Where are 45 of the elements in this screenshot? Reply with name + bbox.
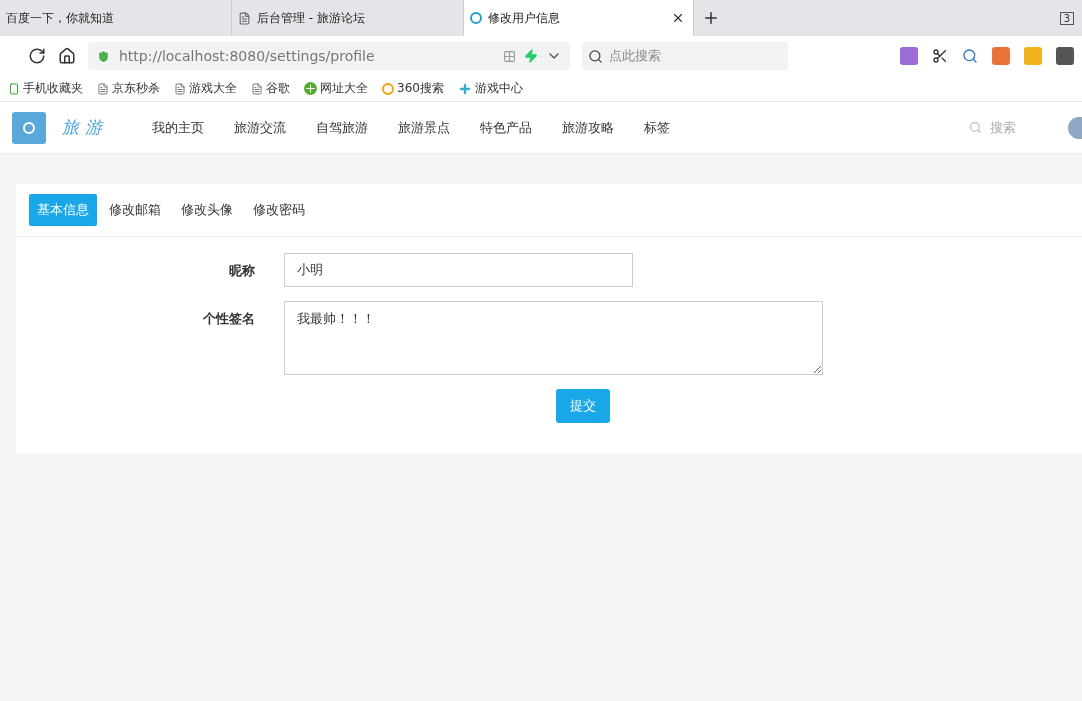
grid-icon[interactable] <box>503 49 516 63</box>
logo-icon[interactable] <box>12 111 46 144</box>
nav-link[interactable]: 我的主页 <box>152 118 204 137</box>
close-icon[interactable] <box>671 11 685 25</box>
nav-link[interactable]: 标签 <box>644 118 670 137</box>
profile-tab[interactable]: 修改密码 <box>245 194 313 226</box>
phone-icon <box>8 82 20 95</box>
site-icon <box>470 12 482 24</box>
nickname-field[interactable]: 小明 <box>284 253 633 287</box>
search-icon <box>588 48 603 64</box>
bookmark-item[interactable]: 360搜索 <box>382 80 444 97</box>
bookmark-item[interactable]: 京东秒杀 <box>97 80 160 97</box>
lightning-icon[interactable] <box>524 49 538 63</box>
cross-icon <box>457 81 472 96</box>
browser-tab[interactable]: 修改用户信息 <box>464 0 694 36</box>
nav-link[interactable]: 旅游攻略 <box>562 118 614 137</box>
bookmark-item[interactable]: 游戏大全 <box>174 80 237 97</box>
reload-icon[interactable] <box>28 47 46 65</box>
nav-link[interactable]: 特色产品 <box>480 118 532 137</box>
bookmark-item[interactable]: 游戏中心 <box>457 80 523 97</box>
new-tab-icon[interactable] <box>702 9 720 27</box>
magnifier-icon[interactable] <box>962 48 978 64</box>
page-icon <box>251 82 263 95</box>
page-icon <box>97 82 109 95</box>
address-bar[interactable]: http://localhost:8080/settings/profile <box>88 42 570 70</box>
profile-tab[interactable]: 修改邮箱 <box>101 194 169 226</box>
page-icon <box>238 11 251 25</box>
ring-icon <box>382 82 394 95</box>
plus-icon <box>304 82 317 95</box>
nav-link[interactable]: 旅游交流 <box>234 118 286 137</box>
bookmark-item[interactable]: 手机收藏夹 <box>8 80 83 97</box>
nav-link[interactable]: 旅游景点 <box>398 118 450 137</box>
search-icon <box>969 121 982 134</box>
field-label: 昵称 <box>228 262 256 280</box>
signature-field[interactable]: 我最帅！！！ <box>284 301 823 375</box>
bookmark-item[interactable]: 谷歌 <box>251 80 290 97</box>
bookmark-item[interactable]: 网址大全 <box>304 80 368 97</box>
avatar[interactable] <box>1068 116 1082 139</box>
field-label: 个性签名 <box>202 310 256 328</box>
scissors-icon[interactable] <box>932 48 948 64</box>
page-icon <box>174 82 186 95</box>
home-icon[interactable] <box>58 47 76 65</box>
profile-tab[interactable]: 修改头像 <box>173 194 241 226</box>
tab-count[interactable]: 3 <box>1059 11 1074 25</box>
nav-link[interactable]: 自驾旅游 <box>316 118 368 137</box>
